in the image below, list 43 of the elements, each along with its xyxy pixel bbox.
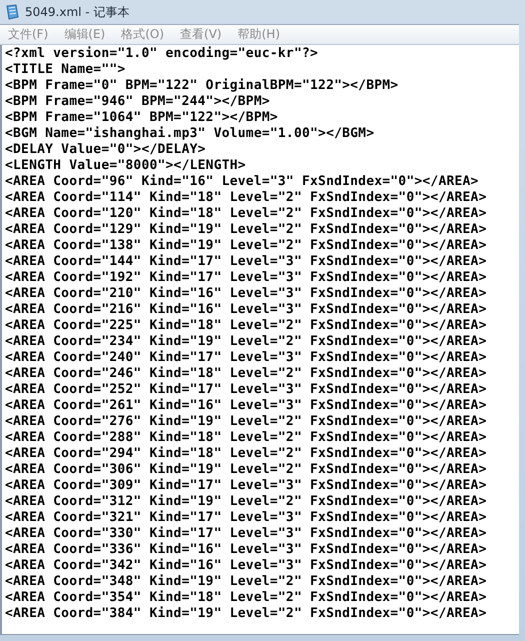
text-line: <DELAY Value="0"></DELAY> (5, 142, 207, 158)
text-line: <AREA Coord="225" Kind="18" Level="2" FxSndIndex="0"></AREA> (5, 318, 488, 334)
text-line: <AREA Coord="96" Kind="16" Level="3" FxSndIndex="0"></AREA> (5, 174, 480, 190)
text-line: <AREA Coord="252" Kind="17" Level="3" FxSndIndex="0"></AREA> (5, 382, 488, 398)
text-line: <?xml version="1.0" encoding="euc-kr"?> (5, 46, 320, 62)
text-line: <AREA Coord="114" Kind="18" Level="2" FxSndIndex="0"></AREA> (5, 190, 488, 206)
text-line: <AREA Coord="276" Kind="19" Level="2" FxSndIndex="0"></AREA> (5, 414, 488, 430)
menu-item[interactable]: 格式(O) (113, 26, 172, 43)
text-line: <AREA Coord="216" Kind="16" Level="3" FxSndIndex="0"></AREA> (5, 302, 488, 318)
text-line: <AREA Coord="309" Kind="17" Level="3" FxSndIndex="0"></AREA> (5, 478, 488, 494)
text-line: <AREA Coord="138" Kind="19" Level="2" FxSndIndex="0"></AREA> (5, 238, 488, 254)
text-line: <AREA Coord="210" Kind="16" Level="3" FxSndIndex="0"></AREA> (5, 286, 488, 302)
notepad-icon (5, 4, 19, 20)
text-line: <AREA Coord="240" Kind="17" Level="3" FxSndIndex="0"></AREA> (5, 350, 488, 366)
text-line: <AREA Coord="192" Kind="17" Level="3" FxSndIndex="0"></AREA> (5, 270, 488, 286)
text-line: <AREA Coord="354" Kind="18" Level="2" FxSndIndex="0"></AREA> (5, 590, 488, 606)
text-line: <BPM Frame="0" BPM="122" OriginalBPM="122"></BPM> (5, 78, 400, 94)
text-line: <AREA Coord="321" Kind="17" Level="3" FxSndIndex="0"></AREA> (5, 510, 488, 526)
text-line: <BPM Frame="1064" BPM="122"></BPM> (5, 110, 279, 126)
text-line: <AREA Coord="246" Kind="18" Level="2" FxSndIndex="0"></AREA> (5, 366, 488, 382)
menu-item[interactable]: 编辑(E) (56, 26, 114, 43)
text-line: <AREA Coord="384" Kind="19" Level="2" FxSndIndex="0"></AREA> (5, 606, 488, 622)
menu-item[interactable]: 查看(V) (172, 26, 230, 43)
text-line: <AREA Coord="342" Kind="16" Level="3" FxSndIndex="0"></AREA> (5, 558, 488, 574)
text-line: <AREA Coord="120" Kind="18" Level="2" FxSndIndex="0"></AREA> (5, 206, 488, 222)
text-line: <BGM Name="ishanghai.mp3" Volume="1.00"></BGM> (5, 126, 376, 142)
text-line: <AREA Coord="288" Kind="18" Level="2" FxSndIndex="0"></AREA> (5, 430, 488, 446)
text-line: <AREA Coord="306" Kind="19" Level="2" FxSndIndex="0"></AREA> (5, 462, 488, 478)
text-line: <AREA Coord="312" Kind="19" Level="2" FxSndIndex="0"></AREA> (5, 494, 488, 510)
window-title: 5049.xml - 记事本 (25, 4, 130, 20)
text-line: <AREA Coord="294" Kind="18" Level="2" FxSndIndex="0"></AREA> (5, 446, 488, 462)
menu-item[interactable]: 帮助(H) (230, 26, 288, 43)
text-line: <AREA Coord="348" Kind="19" Level="2" FxSndIndex="0"></AREA> (5, 574, 488, 590)
text-line: <LENGTH Value="8000"></LENGTH> (5, 158, 247, 174)
text-line: <AREA Coord="330" Kind="17" Level="3" FxSndIndex="0"></AREA> (5, 526, 488, 542)
menu-item[interactable]: 文件(F) (0, 26, 56, 43)
text-line: <AREA Coord="261" Kind="16" Level="3" FxSndIndex="0"></AREA> (5, 398, 488, 414)
text-line: <BPM Frame="946" BPM="244"></BPM> (5, 94, 271, 110)
text-line: <AREA Coord="234" Kind="19" Level="2" FxSndIndex="0"></AREA> (5, 334, 488, 350)
text-line: <AREA Coord="336" Kind="16" Level="3" FxSndIndex="0"></AREA> (5, 542, 488, 558)
text-line: <TITLE Name=""> (5, 62, 126, 78)
text-line: <AREA Coord="144" Kind="17" Level="3" FxSndIndex="0"></AREA> (5, 254, 488, 270)
text-line: <AREA Coord="129" Kind="19" Level="2" FxSndIndex="0"></AREA> (5, 222, 488, 238)
